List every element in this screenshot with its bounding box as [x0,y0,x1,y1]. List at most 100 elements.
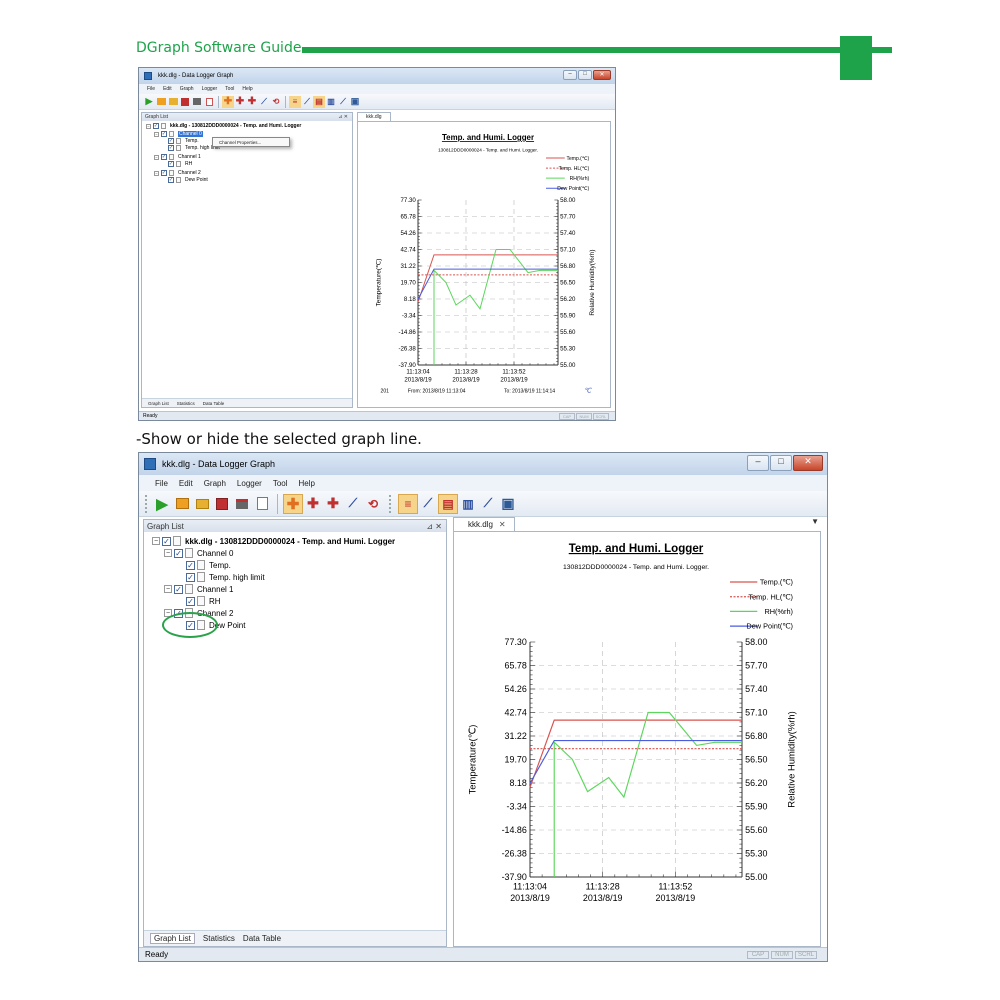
monitor-icon[interactable]: ▣ [349,96,361,108]
trend-icon[interactable]: ⟋ [337,96,349,108]
zoom-out-icon[interactable]: ✚ [323,494,343,514]
tab-data-table[interactable]: Data Table [243,934,281,943]
menu-logger[interactable]: Logger [237,479,262,488]
checkbox[interactable]: ✓ [174,584,183,594]
tree-channel1[interactable]: − ✓ Channel 1 [154,154,201,160]
menu-edit[interactable]: Edit [163,86,172,92]
line-view-icon[interactable]: ⟋ [418,494,438,514]
print-icon[interactable] [191,96,203,108]
menu-tool[interactable]: Tool [225,86,234,92]
tree-channel0[interactable]: − ✓ Channel 0 [154,131,203,137]
tab-graph-list[interactable]: Graph List [148,401,169,406]
copy-icon[interactable] [203,96,215,108]
zoom-in-icon[interactable]: ✚ [234,96,246,108]
checkbox[interactable]: ✓ [168,138,174,144]
save-icon[interactable] [179,96,191,108]
collapse-icon[interactable]: − [164,549,172,557]
title-bar[interactable]: kkk.dlg - Data Logger Graph – □ ✕ [139,453,827,475]
trend-icon[interactable]: ⟋ [478,494,498,514]
copy-icon[interactable] [252,494,272,514]
chart-up-icon[interactable]: ⟋ [258,96,270,108]
folder-icon[interactable] [192,494,212,514]
tree-temp-hl[interactable]: ✓ Temp. high limit [186,572,265,582]
move-icon[interactable]: ✚ [222,95,234,108]
menu-file[interactable]: File [147,86,155,92]
monitor-icon[interactable]: ▣ [498,494,518,514]
context-menu-channel-properties[interactable]: Channel Properties... [219,140,261,145]
menu-help[interactable]: Help [299,479,315,488]
bar-view-icon[interactable]: ▤ [313,95,325,108]
zoom-out-icon[interactable]: ✚ [246,96,258,108]
print-icon[interactable] [232,494,252,514]
tree-channel1[interactable]: − ✓ Channel 1 [164,584,233,594]
collapse-icon[interactable]: − [164,585,172,593]
tree-rh[interactable]: ✓ RH [168,161,192,167]
stats-view-icon[interactable]: ▥ [458,494,478,514]
move-icon[interactable]: ✚ [283,493,303,514]
bar-view-icon[interactable]: ▤ [438,493,458,514]
minimize-button[interactable]: – [563,70,577,80]
menu-graph[interactable]: Graph [180,86,194,92]
play-icon[interactable]: ▶ [143,96,155,108]
zoom-in-icon[interactable]: ✚ [303,494,323,514]
collapse-icon[interactable]: − [154,154,159,160]
menu-logger[interactable]: Logger [202,86,218,92]
checkbox[interactable]: ✓ [161,131,167,137]
tree-root[interactable]: − ✓ kkk.dlg - 130812DDD0000024 - Temp. a… [152,536,395,546]
collapse-icon[interactable]: − [146,123,151,129]
tree-dew[interactable]: ✓ Dew Point [168,177,208,183]
checkbox[interactable]: ✓ [186,572,195,582]
chart-reset-icon[interactable]: ⟲ [270,96,282,108]
stats-view-icon[interactable]: ▥ [325,96,337,108]
tree-temp[interactable]: ✓ Temp. [168,138,199,144]
checkbox[interactable]: ✓ [168,177,174,183]
maximize-button[interactable]: □ [578,70,592,80]
open-folder-icon[interactable] [155,96,167,108]
minimize-button[interactable]: – [747,455,769,471]
menu-help[interactable]: Help [242,86,252,92]
save-icon[interactable] [212,494,232,514]
tab-dropdown-icon[interactable]: ▼ [811,517,819,526]
graph-view-icon[interactable]: ≡ [289,95,301,108]
checkbox[interactable]: ✓ [168,161,174,167]
maximize-button[interactable]: □ [770,455,792,471]
checkbox[interactable]: ✓ [161,154,167,160]
collapse-icon[interactable]: − [154,131,159,137]
close-button[interactable]: ✕ [793,455,823,471]
checkbox[interactable]: ✓ [162,536,171,546]
checkbox[interactable]: ✓ [168,145,174,151]
checkbox[interactable]: ✓ [153,123,159,129]
panel-pin-close-icon[interactable]: ⊿ ✕ [426,522,442,531]
tab-statistics[interactable]: Statistics [177,401,195,406]
tab-data-table[interactable]: Data Table [203,401,224,406]
chart-up-icon[interactable]: ⟋ [343,494,363,514]
collapse-icon[interactable]: − [154,170,159,176]
title-bar[interactable]: kkk.dlg - Data Logger Graph – □ ✕ [139,68,615,84]
play-icon[interactable]: ▶ [152,494,172,514]
menu-file[interactable]: File [155,479,168,488]
collapse-icon[interactable]: − [152,537,160,545]
checkbox[interactable]: ✓ [186,560,195,570]
checkbox[interactable]: ✓ [174,548,183,558]
menu-tool[interactable]: Tool [273,479,288,488]
doc-tab[interactable]: kkk.dlg ✕ [453,517,515,531]
tree-temp[interactable]: ✓ Temp. [186,560,231,570]
panel-pin-close-icon[interactable]: ⊿ ✕ [338,114,348,120]
tab-graph-list[interactable]: Graph List [150,933,195,944]
graph-view-icon[interactable]: ≡ [398,493,418,514]
doc-tab[interactable]: kkk.dlg [357,112,391,121]
tree-rh[interactable]: ✓ RH [186,596,221,606]
tree-channel0[interactable]: − ✓ Channel 0 [164,548,233,558]
menu-graph[interactable]: Graph [204,479,226,488]
open-folder-icon[interactable] [172,494,192,514]
tree-root[interactable]: − ✓ kkk.dlg - 130812DDD0000024 - Temp. a… [146,123,301,129]
folder-icon[interactable] [167,96,179,108]
checkbox[interactable]: ✓ [161,170,167,176]
close-button[interactable]: ✕ [593,70,611,80]
menu-edit[interactable]: Edit [179,479,193,488]
tab-statistics[interactable]: Statistics [203,934,235,943]
tree-channel2[interactable]: − ✓ Channel 2 [154,170,201,176]
line-view-icon[interactable]: ⟋ [301,96,313,108]
close-tab-icon[interactable]: ✕ [499,520,506,529]
chart-reset-icon[interactable]: ⟲ [363,494,383,514]
